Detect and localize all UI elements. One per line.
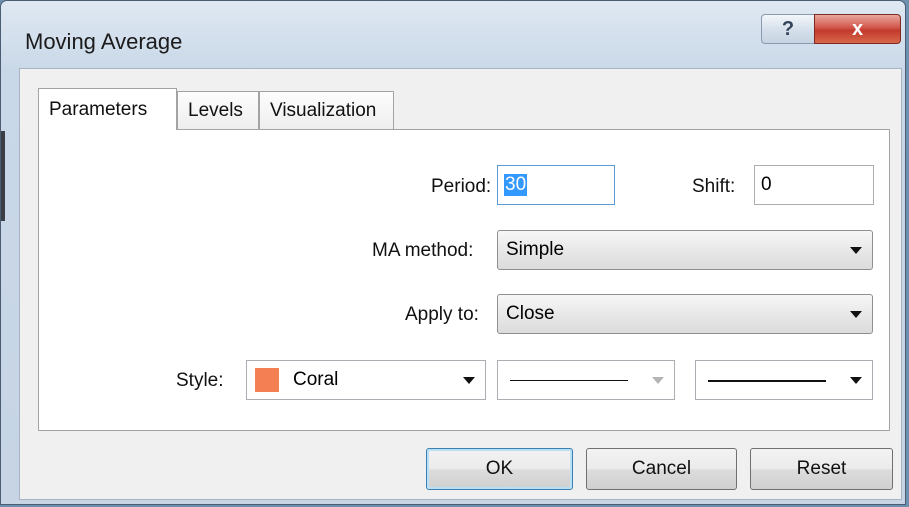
style-color-name: Coral: [293, 369, 339, 390]
chevron-down-icon: [850, 247, 862, 254]
shift-label: Shift:: [692, 176, 736, 197]
dialog-window: Moving Average ? x Parameters Levels Vis…: [0, 0, 906, 505]
window-title: Moving Average: [25, 29, 183, 54]
reset-button[interactable]: Reset: [750, 448, 893, 490]
chevron-down-icon: [463, 377, 475, 384]
shift-input[interactable]: 0: [754, 165, 874, 205]
style-color-select[interactable]: Coral: [246, 360, 486, 400]
ma-method-select[interactable]: Simple: [497, 230, 873, 270]
period-value: 30: [504, 174, 528, 196]
thick-line-icon: [708, 380, 826, 382]
tab-levels[interactable]: Levels: [177, 91, 259, 129]
title-bar[interactable]: Moving Average ? x: [1, 1, 905, 67]
period-input[interactable]: 30: [497, 165, 615, 205]
close-button[interactable]: x: [814, 14, 901, 44]
style-label: Style:: [176, 370, 224, 391]
chevron-down-icon: [850, 377, 862, 384]
period-label: Period:: [431, 176, 492, 197]
ok-button[interactable]: OK: [426, 448, 573, 490]
shift-value: 0: [761, 174, 772, 195]
ma-method-value: Simple: [506, 239, 565, 260]
line-style-select[interactable]: [497, 360, 675, 400]
ma-method-label: MA method:: [372, 240, 474, 261]
apply-to-value: Close: [506, 303, 555, 324]
apply-to-label: Apply to:: [405, 304, 479, 325]
parameters-panel: Period: 30 Shift: 0 MA method: Simple Ap…: [38, 129, 890, 431]
chevron-down-icon: [652, 377, 664, 384]
thin-line-icon: [510, 380, 628, 381]
apply-to-select[interactable]: Close: [497, 294, 873, 334]
coral-color-swatch: [255, 368, 279, 392]
line-width-select[interactable]: [695, 360, 873, 400]
cancel-button[interactable]: Cancel: [586, 448, 737, 490]
window-edge: [1, 131, 5, 221]
chevron-down-icon: [850, 311, 862, 318]
dialog-client-area: Parameters Levels Visualization Period: …: [19, 68, 902, 500]
tab-parameters[interactable]: Parameters: [38, 88, 177, 130]
help-button[interactable]: ?: [761, 14, 815, 44]
tab-visualization[interactable]: Visualization: [259, 91, 394, 129]
